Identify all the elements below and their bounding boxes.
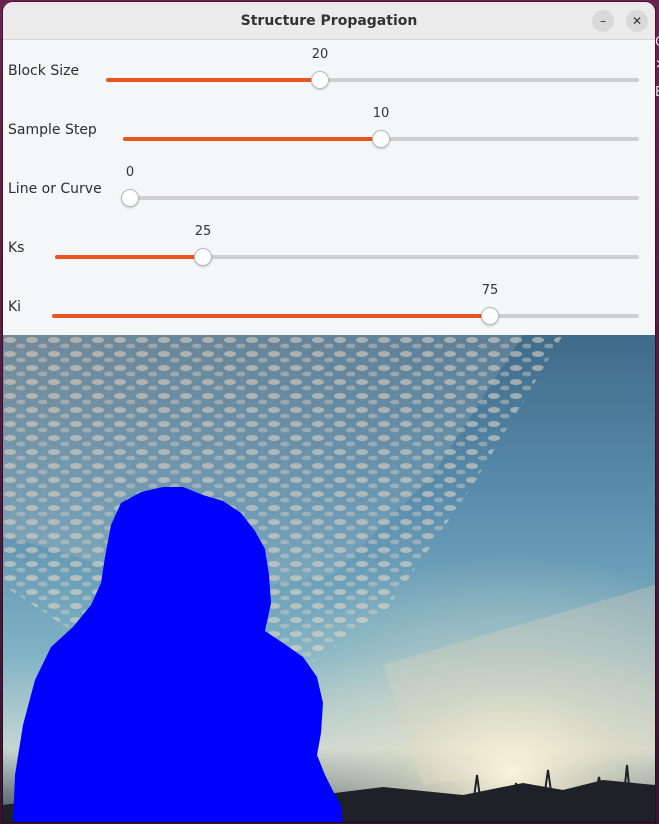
slider-label: Ki	[8, 299, 22, 315]
desktop-edge-glyph: C	[655, 36, 659, 49]
slider-thumb[interactable]	[372, 130, 390, 148]
image-canvas[interactable]	[3, 335, 655, 822]
slider-row-ks: Ks 25	[3, 217, 655, 276]
slider-row-line-or-curve: Line or Curve 0	[3, 158, 655, 217]
slider-fill	[106, 78, 320, 82]
slider-thumb[interactable]	[194, 248, 212, 266]
slider-panel: Block Size 20 Sample Step 10 Line or Cur…	[3, 40, 655, 335]
slider-label: Line or Curve	[8, 181, 102, 197]
slider-value: 10	[372, 106, 390, 121]
slider-label: Ks	[8, 240, 25, 256]
slider-row-block-size: Block Size 20	[3, 40, 655, 99]
desktop-edge-glyph: E	[655, 86, 659, 99]
title-bar[interactable]: Structure Propagation – ✕	[3, 2, 655, 40]
sky-image	[3, 335, 655, 822]
slider-thumb[interactable]	[121, 189, 139, 207]
slider-label: Block Size	[8, 63, 80, 79]
app-window: Structure Propagation – ✕ Block Size 20 …	[3, 2, 655, 822]
slider-thumb[interactable]	[311, 71, 329, 89]
slider-thumb[interactable]	[481, 307, 499, 325]
close-button[interactable]: ✕	[626, 10, 648, 32]
slider-fill	[52, 314, 490, 318]
slider-value: 75	[481, 283, 499, 298]
minimize-button[interactable]: –	[592, 10, 614, 32]
desktop-edge-glyph: ×	[655, 58, 659, 71]
slider-row-sample-step: Sample Step 10	[3, 99, 655, 158]
slider-label: Sample Step	[8, 122, 97, 138]
slider-value: 20	[311, 47, 329, 62]
window-title: Structure Propagation	[240, 13, 418, 29]
slider-fill	[123, 137, 381, 141]
slider-track[interactable]	[130, 196, 639, 200]
slider-value: 0	[125, 165, 135, 180]
slider-row-ki: Ki 75	[3, 276, 655, 335]
slider-fill	[55, 255, 203, 259]
close-icon: ✕	[631, 14, 643, 28]
minimize-icon: –	[600, 14, 606, 28]
slider-value: 25	[194, 224, 212, 239]
